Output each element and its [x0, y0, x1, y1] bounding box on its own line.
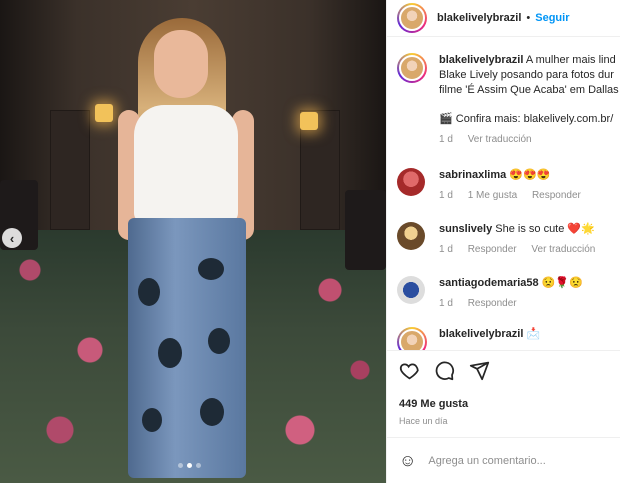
like-button[interactable] [399, 360, 420, 386]
comment-reply-button[interactable]: Responder [468, 244, 517, 255]
post-photo[interactable]: ‹ [0, 0, 386, 483]
caption-text-2: Blake Lively posando para fotos dur [439, 69, 614, 81]
comment-item: sabrinaxlima 😍😍😍 1 d 1 Me gusta Responde… [397, 168, 619, 203]
caption-link[interactable]: 🎬 Confira mais: blakelively.com.br/ [439, 112, 619, 127]
carousel-prev-button[interactable]: ‹ [2, 228, 22, 248]
emoji-icon[interactable]: ☺ [399, 451, 416, 471]
caption-translate[interactable]: Ver traducción [468, 134, 532, 145]
caption: blakelivelybrazil A mulher mais lind Bla… [397, 53, 619, 147]
comment-time[interactable]: 1 d [439, 244, 453, 255]
photo-lamp [300, 112, 318, 130]
caption-avatar[interactable] [397, 53, 427, 83]
comment-input[interactable] [428, 454, 599, 467]
comment-username[interactable]: santiagodemaria58 [439, 277, 539, 289]
heart-icon [399, 363, 419, 380]
caption-username[interactable]: blakelivelybrazil [439, 54, 523, 66]
comment-time[interactable]: 1 d [439, 190, 453, 201]
carousel-dots [178, 463, 201, 468]
header-separator: • [526, 12, 531, 24]
carousel-dot-active [187, 463, 192, 468]
comment-text: 📩 [526, 328, 541, 340]
likes-count[interactable]: 449 Me gusta [399, 398, 468, 410]
share-button[interactable] [469, 360, 490, 386]
author-avatar[interactable] [397, 3, 427, 33]
comment-translate[interactable]: Ver traducción [531, 244, 595, 255]
author-username[interactable]: blakelivelybrazil [437, 12, 521, 24]
comment-username[interactable]: sabrinaxlima [439, 169, 506, 181]
comment-username[interactable]: blakelivelybrazil [439, 328, 523, 340]
comment-avatar[interactable] [397, 276, 425, 304]
send-icon [469, 361, 490, 381]
follow-button[interactable]: Seguir [535, 12, 569, 24]
comment-reply-button[interactable]: Responder [532, 190, 581, 201]
caption-text-3: filme 'É Assim Que Acaba' em Dallas [439, 84, 619, 96]
comment-text: 😟🌹😟 [541, 277, 583, 289]
comment-item: sunslively She is so cute ❤️🌟 1 d Respon… [397, 222, 619, 257]
post-actions [387, 350, 620, 395]
comment-item: blakelivelybrazil 📩 [397, 327, 619, 350]
comment-avatar[interactable] [397, 222, 425, 250]
comments-list[interactable]: blakelivelybrazil A mulher mais lind Bla… [387, 37, 620, 350]
add-comment-bar: ☺ [387, 437, 620, 483]
photo-door [50, 110, 90, 230]
comment-time[interactable]: 1 d [439, 298, 453, 309]
post-timestamp[interactable]: Hace un día [399, 416, 448, 426]
comment-button[interactable] [434, 360, 455, 386]
caption-text-1: A mulher mais lind [525, 54, 616, 66]
post-panel: blakelivelybrazil • Seguir blakelivelybr… [386, 0, 620, 483]
comment-username[interactable]: sunslively [439, 223, 492, 235]
comment-icon [435, 361, 455, 381]
photo-seat [345, 190, 386, 270]
caption-time[interactable]: 1 d [439, 134, 453, 145]
carousel-dot [196, 463, 201, 468]
photo-person [110, 10, 260, 483]
comment-avatar[interactable] [397, 327, 427, 350]
comment-likes[interactable]: 1 Me gusta [468, 190, 517, 201]
comment-item: santiagodemaria58 😟🌹😟 1 d Responder [397, 276, 619, 311]
comment-avatar[interactable] [397, 168, 425, 196]
carousel-dot [178, 463, 183, 468]
comment-text: She is so cute ❤️🌟 [495, 223, 595, 235]
comment-reply-button[interactable]: Responder [468, 298, 517, 309]
post-header: blakelivelybrazil • Seguir [387, 0, 620, 37]
comment-text: 😍😍😍 [509, 169, 551, 181]
